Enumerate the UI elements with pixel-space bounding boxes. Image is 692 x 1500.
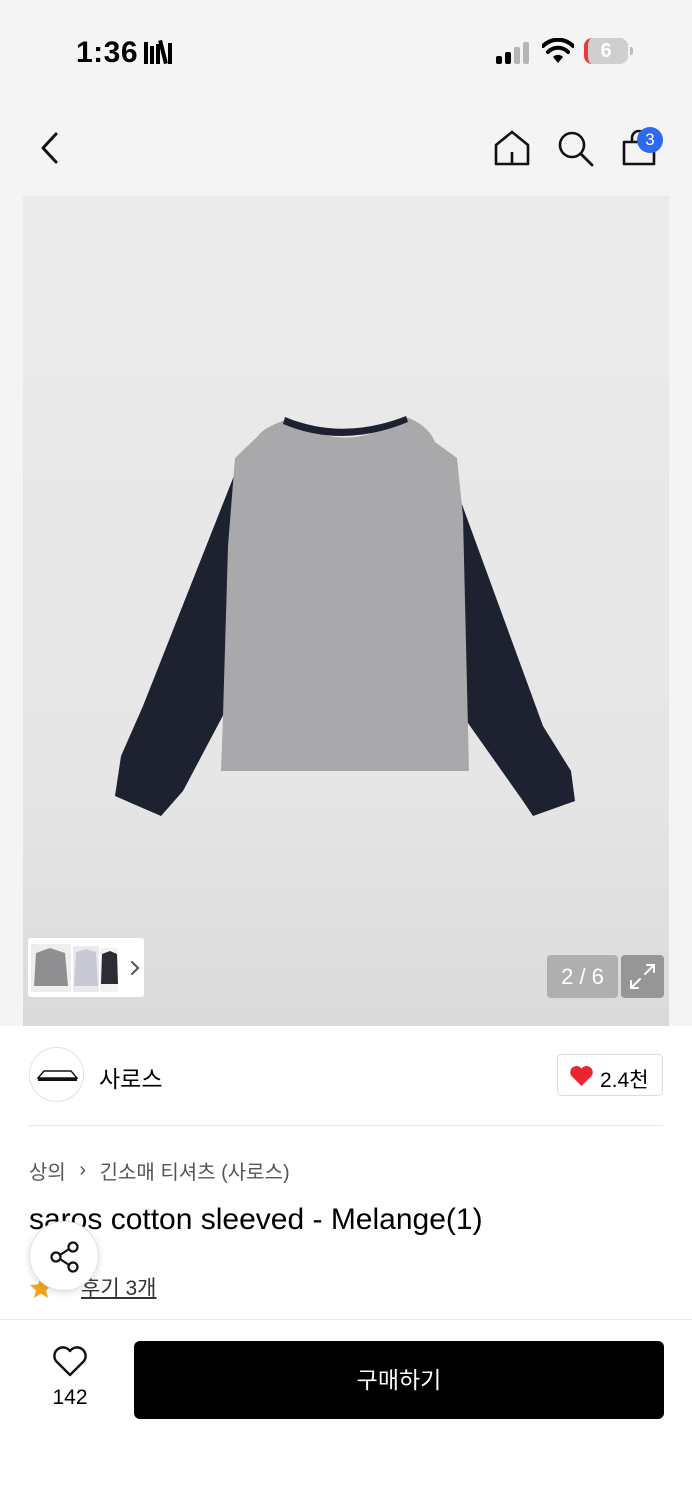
brand-logo[interactable]: [29, 1047, 84, 1102]
battery-icon: 6: [584, 38, 633, 64]
heart-outline-icon: [53, 1346, 87, 1377]
brand-like-button[interactable]: 2.4천: [557, 1054, 663, 1096]
expand-icon[interactable]: [621, 955, 664, 998]
cart-badge: 3: [637, 127, 663, 153]
wishlist-button[interactable]: 142: [35, 1340, 105, 1416]
brand-like-count: 2.4천: [600, 1069, 649, 1092]
thumbnail-strip[interactable]: [28, 938, 144, 997]
search-icon[interactable]: [555, 128, 595, 168]
nav-bar: [0, 100, 692, 196]
chevron-right-icon: ›: [79, 1159, 87, 1181]
brand-name[interactable]: 사로스: [99, 1060, 162, 1094]
buy-button[interactable]: 구매하기: [134, 1341, 664, 1419]
battery-level: 6: [600, 40, 612, 62]
wishlist-count: 142: [52, 1386, 88, 1409]
sweatshirt-image: [115, 416, 575, 816]
page-indicator: 2 / 6: [547, 955, 618, 998]
share-button[interactable]: [29, 1221, 99, 1291]
thumbnail-images: [31, 944, 139, 992]
brand-logo-image: [36, 1070, 79, 1081]
breadcrumb: 상의 › 긴소매 티셔츠 (사로스): [29, 1156, 290, 1185]
home-icon[interactable]: [492, 128, 532, 168]
product-title: saros cotton sleeved - Melange(1): [29, 1203, 483, 1236]
breadcrumb-item-category[interactable]: 상의: [29, 1156, 66, 1185]
bottom-bar-divider: [0, 1319, 692, 1320]
back-icon[interactable]: [30, 128, 70, 168]
heart-filled-icon: [570, 1066, 593, 1086]
status-bar: 1:36 6: [0, 0, 692, 100]
divider: [29, 1125, 663, 1126]
library-icon: [144, 40, 172, 64]
status-time: 1:36: [76, 36, 139, 69]
breadcrumb-item-subcategory[interactable]: 긴소매 티셔츠 (사로스): [100, 1156, 290, 1185]
cellular-signal-icon: [496, 40, 532, 64]
share-icon: [50, 1241, 79, 1273]
product-image[interactable]: [23, 196, 669, 1026]
wifi-icon: [542, 38, 574, 63]
